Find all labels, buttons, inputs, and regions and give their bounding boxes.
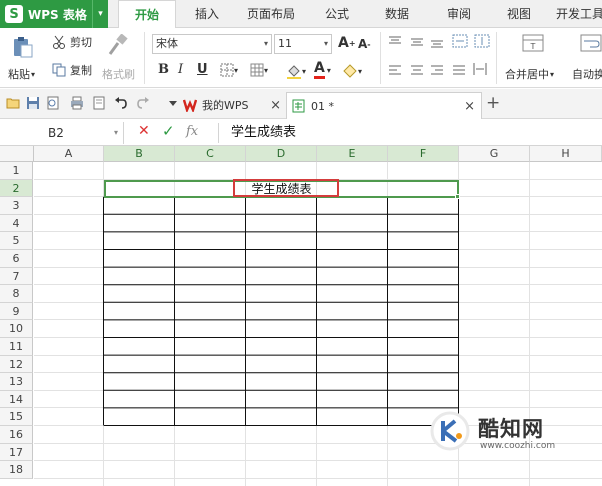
- ribbon-tab-bar: S WPS 表格 ▾ 开始 插入 页面布局 公式 数据 审阅 视图 开发工具: [0, 0, 602, 29]
- align-middle-icon[interactable]: [410, 36, 424, 48]
- wrap-text-icon-button[interactable]: [580, 32, 602, 54]
- merge-center-button[interactable]: 合并居中 ▾: [505, 66, 554, 82]
- new-tab-button[interactable]: +: [486, 93, 500, 113]
- chevron-down-icon: ▾: [323, 39, 328, 48]
- chevron-down-icon: ▾: [263, 39, 268, 48]
- paintbrush-icon: [108, 34, 128, 55]
- format-painter-button[interactable]: [106, 32, 132, 58]
- chevron-down-icon[interactable]: [166, 96, 180, 110]
- tab-data[interactable]: 数据: [372, 0, 422, 28]
- clear-format-button[interactable]: ▾: [342, 63, 362, 79]
- italic-button[interactable]: I: [178, 62, 183, 77]
- cancel-icon[interactable]: ✕: [138, 123, 150, 139]
- ribbon-divider: [380, 32, 381, 84]
- borders-button[interactable]: ▾: [220, 63, 238, 77]
- svg-text:T: T: [530, 42, 536, 51]
- ribbon-divider: [144, 32, 145, 84]
- folder-open-icon[interactable]: [6, 96, 20, 110]
- chevron-down-icon[interactable]: ▾: [92, 0, 108, 28]
- cell-style-button[interactable]: ▾: [250, 63, 268, 77]
- paint-bucket-icon: [287, 65, 301, 79]
- distributed-icon[interactable]: [472, 62, 488, 76]
- grow-font-button[interactable]: A +: [338, 35, 356, 51]
- underline-button[interactable]: U: [197, 62, 208, 77]
- format-painter-label: 格式刷: [102, 68, 135, 81]
- doc-tab-my-wps[interactable]: 我的WPS ×: [183, 92, 285, 118]
- close-icon[interactable]: ×: [270, 98, 281, 113]
- font-size-select[interactable]: 11 ▾: [274, 34, 332, 54]
- wrap-text-button[interactable]: 自动换: [572, 66, 602, 82]
- paste-button[interactable]: [10, 34, 36, 60]
- paste-label[interactable]: 粘贴 ▾: [8, 66, 35, 82]
- confirm-icon[interactable]: ✓: [162, 122, 175, 140]
- formula-bar: B2 ▾ ✕ ✓ fx 学生成绩表: [0, 120, 602, 146]
- align-left-icon[interactable]: [388, 64, 402, 76]
- shrink-font-button[interactable]: A-: [358, 37, 371, 51]
- orientation-icon[interactable]: [452, 34, 468, 48]
- justify-icon[interactable]: [452, 64, 466, 76]
- copy-icon: [52, 63, 66, 77]
- save-icon[interactable]: [26, 96, 40, 110]
- align-top-icon[interactable]: [388, 36, 402, 48]
- tab-page-layout[interactable]: 页面布局: [238, 0, 304, 28]
- ribbon-home: 粘贴 ▾ 剪切 复制 格式刷 宋体 ▾ 11 ▾ A + A- B I U ▾ ▾: [0, 28, 602, 88]
- align-bottom-icon[interactable]: [430, 36, 444, 48]
- quick-access-bar: 我的WPS × 01 * × +: [0, 89, 602, 119]
- wrap-text-icon: [580, 34, 602, 52]
- wps-logo-icon: S: [5, 5, 23, 23]
- watermark: 酷知网 www.coozhi.com: [420, 405, 602, 465]
- fill-color-button[interactable]: ▾: [286, 63, 306, 79]
- watermark-url: www.coozhi.com: [480, 441, 556, 451]
- align-right-icon[interactable]: [430, 64, 444, 76]
- font-color-button[interactable]: A ▾: [314, 61, 331, 79]
- scissors-icon: [53, 35, 65, 49]
- coozhi-logo-icon: [430, 411, 470, 451]
- redo-icon[interactable]: [136, 96, 150, 110]
- spreadsheet-window: S WPS 表格 ▾ 开始 插入 页面布局 公式 数据 审阅 视图 开发工具 粘…: [0, 0, 602, 486]
- tab-home[interactable]: 开始: [118, 0, 176, 29]
- title-highlight-box: [233, 179, 339, 197]
- merge-center-icon-button[interactable]: T: [522, 32, 544, 54]
- insert-function-icon[interactable]: fx: [186, 124, 198, 139]
- chevron-down-icon[interactable]: ▾: [114, 122, 118, 144]
- copy-button[interactable]: 复制: [52, 62, 92, 78]
- indent-icon[interactable]: [474, 34, 490, 48]
- clipboard-icon: [14, 37, 33, 58]
- merge-cells-icon: T: [522, 34, 544, 52]
- undo-icon[interactable]: [114, 96, 128, 110]
- print-preview-icon[interactable]: [46, 96, 60, 110]
- fill-handle[interactable]: [455, 194, 460, 199]
- diamond-icon: [343, 64, 357, 78]
- doc-tab-active[interactable]: 01 * ×: [286, 92, 482, 119]
- preview-icon[interactable]: [92, 96, 106, 110]
- align-center-icon[interactable]: [410, 64, 424, 76]
- tab-view[interactable]: 视图: [494, 0, 544, 28]
- grid-icon: [250, 63, 264, 77]
- print-icon[interactable]: [70, 96, 84, 110]
- tab-review[interactable]: 审阅: [434, 0, 484, 28]
- watermark-name: 酷知网: [478, 417, 544, 441]
- wps-app-menu-button[interactable]: S WPS 表格 ▾: [0, 0, 108, 28]
- ribbon-divider: [496, 32, 497, 84]
- spreadsheet-file-icon: [292, 99, 305, 113]
- name-box[interactable]: B2 ▾: [0, 122, 124, 144]
- wps-logo-icon: [183, 99, 197, 112]
- formula-input[interactable]: 学生成绩表: [218, 123, 602, 143]
- close-icon[interactable]: ×: [464, 99, 475, 114]
- cut-button[interactable]: 剪切: [52, 34, 92, 50]
- font-name-select[interactable]: 宋体 ▾: [152, 34, 272, 54]
- tab-insert[interactable]: 插入: [182, 0, 232, 28]
- borders-icon: [220, 63, 234, 77]
- app-title: WPS 表格: [28, 7, 87, 22]
- tab-formulas[interactable]: 公式: [312, 0, 362, 28]
- bold-button[interactable]: B: [158, 62, 169, 77]
- tab-developer[interactable]: 开发工具: [556, 0, 602, 28]
